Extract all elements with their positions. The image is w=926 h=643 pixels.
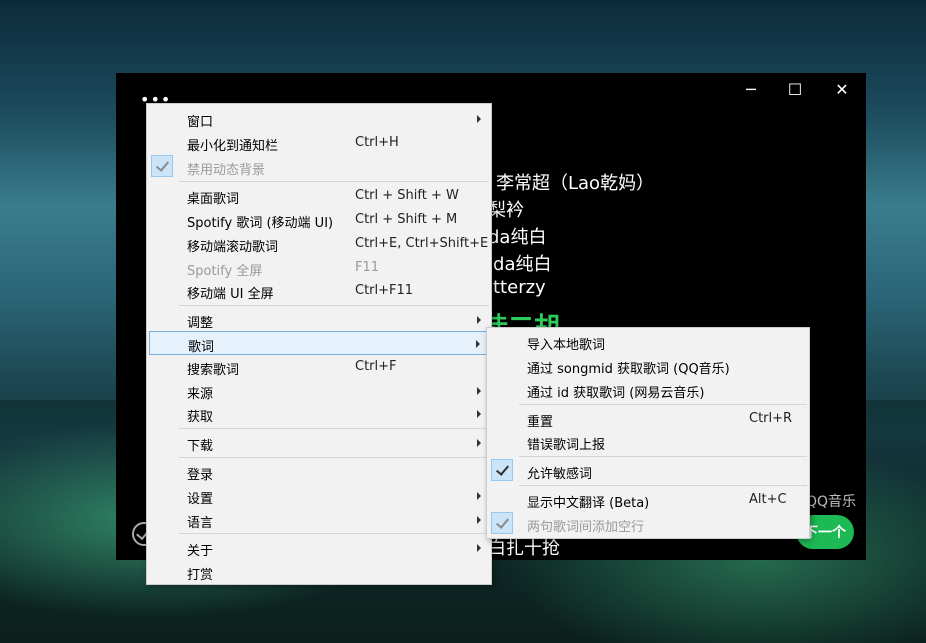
lyric-line: da纯白	[488, 227, 547, 248]
menu-item-label: 打赏	[187, 568, 214, 583]
menu-item-shortcut: Ctrl+H	[355, 135, 399, 150]
menu-item-source[interactable]: 来源	[149, 379, 489, 403]
source-label: QQ音乐	[806, 494, 857, 510]
menu-item-label: 获取	[187, 410, 214, 425]
menu-item-label: 移动端 UI 全屏	[187, 287, 274, 302]
chevron-right-icon	[477, 387, 481, 395]
menu-item-label: 通过 songmid 获取歌词 (QQ音乐)	[527, 362, 730, 377]
menu-item-label: 允许敏感词	[527, 467, 593, 482]
lyric-line: 李常超（Lao乾妈）	[496, 173, 655, 194]
chevron-right-icon	[477, 316, 481, 324]
chevron-right-icon	[477, 516, 481, 524]
submenu-item-fetch-by-id[interactable]: 通过 id 获取歌词 (网易云音乐)	[489, 378, 807, 402]
menu-item-shortcut: Ctrl + Shift + W	[355, 188, 459, 203]
menu-item-settings[interactable]: 设置	[149, 484, 489, 508]
close-icon: ✕	[835, 79, 849, 99]
submenu-item-allow-sensitive-words[interactable]: 允许敏感词	[489, 459, 807, 483]
maximize-button[interactable]: ☐	[772, 73, 818, 105]
menu-separator	[519, 404, 807, 405]
main-context-menu: 窗口 最小化到通知栏 Ctrl+H 禁用动态背景 桌面歌词 Ctrl + Shi…	[146, 103, 492, 585]
menu-item-label: 导入本地歌词	[527, 338, 606, 353]
lyric-line: itterzy	[488, 277, 546, 298]
chevron-right-icon	[476, 340, 480, 348]
menu-separator	[179, 457, 489, 458]
menu-item-mobile-ui-fullscreen[interactable]: 移动端 UI 全屏 Ctrl+F11	[149, 279, 489, 303]
menu-item-label: 搜索歌词	[187, 363, 240, 378]
menu-item-language[interactable]: 语言	[149, 508, 489, 532]
menu-item-shortcut: Ctrl+R	[749, 411, 793, 426]
menu-separator	[179, 533, 489, 534]
menu-item-window[interactable]: 窗口	[149, 107, 489, 131]
menu-item-label: 调整	[187, 316, 214, 331]
lyric-line: 梨衿	[488, 200, 524, 221]
menu-separator	[179, 305, 489, 306]
menu-item-search-lyrics[interactable]: 搜索歌词 Ctrl+F	[149, 355, 489, 379]
menu-item-lyrics[interactable]: 歌词	[149, 331, 489, 355]
chevron-right-icon	[477, 410, 481, 418]
menu-item-label: 设置	[187, 492, 214, 507]
menu-item-label: 显示中文翻译 (Beta)	[527, 496, 650, 511]
maximize-icon: ☐	[787, 79, 803, 99]
menu-separator	[179, 181, 489, 182]
chevron-right-icon	[477, 439, 481, 447]
minimize-icon: ─	[746, 79, 756, 99]
menu-item-label: 最小化到通知栏	[187, 139, 279, 154]
menu-item-donate[interactable]: 打赏	[149, 560, 489, 584]
submenu-item-add-blank-line[interactable]: 两句歌词间添加空行	[489, 512, 807, 536]
menu-item-spotify-fullscreen[interactable]: Spotify 全屏 F11	[149, 256, 489, 280]
submenu-item-reset[interactable]: 重置 Ctrl+R	[489, 407, 807, 431]
menu-item-label: 两句歌词间添加空行	[527, 520, 645, 535]
submenu-item-fetch-by-songmid[interactable]: 通过 songmid 获取歌词 (QQ音乐)	[489, 354, 807, 378]
minimize-button[interactable]: ─	[728, 73, 774, 105]
lyric-line: oda纯白	[482, 254, 552, 275]
menu-item-mobile-scroll-lyrics[interactable]: 移动端滚动歌词 Ctrl+E, Ctrl+Shift+E	[149, 232, 489, 256]
menu-item-label: 下载	[187, 439, 214, 454]
lyrics-submenu: 导入本地歌词 通过 songmid 获取歌词 (QQ音乐) 通过 id 获取歌词…	[486, 327, 810, 539]
menu-item-label: 通过 id 获取歌词 (网易云音乐)	[527, 386, 705, 401]
menu-item-label: 登录	[187, 468, 214, 483]
checkmark-icon	[491, 459, 513, 481]
checkmark-icon	[151, 155, 173, 177]
chevron-right-icon	[477, 492, 481, 500]
menu-item-shortcut: Ctrl+F11	[355, 283, 414, 298]
menu-item-disable-dynamic-bg[interactable]: 禁用动态背景	[149, 155, 489, 179]
menu-separator	[179, 428, 489, 429]
menu-item-shortcut: Ctrl+E, Ctrl+Shift+E	[355, 236, 489, 251]
menu-item-login[interactable]: 登录	[149, 460, 489, 484]
menu-item-download[interactable]: 下载	[149, 431, 489, 455]
menu-item-label: 错误歌词上报	[527, 438, 606, 453]
menu-item-shortcut: Ctrl + Shift + M	[355, 212, 458, 227]
menu-item-label: 歌词	[188, 340, 215, 355]
menu-item-label: 语言	[187, 516, 214, 531]
menu-item-label: 重置	[527, 415, 554, 430]
menu-item-shortcut: Ctrl+F	[355, 359, 397, 374]
menu-item-label: 来源	[187, 387, 214, 402]
menu-separator	[519, 485, 807, 486]
menu-item-desktop-lyrics[interactable]: 桌面歌词 Ctrl + Shift + W	[149, 184, 489, 208]
menu-item-label: 禁用动态背景	[187, 163, 266, 178]
menu-item-spotify-mobile-lyrics[interactable]: Spotify 歌词 (移动端 UI) Ctrl + Shift + M	[149, 208, 489, 232]
submenu-item-import-local-lyrics[interactable]: 导入本地歌词	[489, 330, 807, 354]
menu-item-about[interactable]: 关于	[149, 536, 489, 560]
menu-item-minimize-to-tray[interactable]: 最小化到通知栏 Ctrl+H	[149, 131, 489, 155]
menu-item-label: Spotify 歌词 (移动端 UI)	[187, 216, 334, 231]
chevron-right-icon	[477, 115, 481, 123]
menu-item-shortcut: Alt+C	[749, 492, 787, 507]
menu-item-label: 桌面歌词	[187, 192, 240, 207]
close-button[interactable]: ✕	[819, 73, 865, 105]
menu-item-fetch[interactable]: 获取	[149, 402, 489, 426]
menu-separator	[519, 456, 807, 457]
chevron-right-icon	[477, 544, 481, 552]
checkmark-icon	[491, 512, 513, 534]
menu-item-label: 移动端滚动歌词	[187, 240, 279, 255]
menu-item-adjust[interactable]: 调整	[149, 308, 489, 332]
menu-item-label: 窗口	[187, 115, 214, 130]
menu-item-shortcut: F11	[355, 260, 380, 275]
menu-item-label: 关于	[187, 544, 214, 559]
submenu-item-show-chinese-translation[interactable]: 显示中文翻译 (Beta) Alt+C	[489, 488, 807, 512]
menu-item-label: Spotify 全屏	[187, 264, 263, 279]
submenu-item-report-wrong-lyrics[interactable]: 错误歌词上报	[489, 430, 807, 454]
